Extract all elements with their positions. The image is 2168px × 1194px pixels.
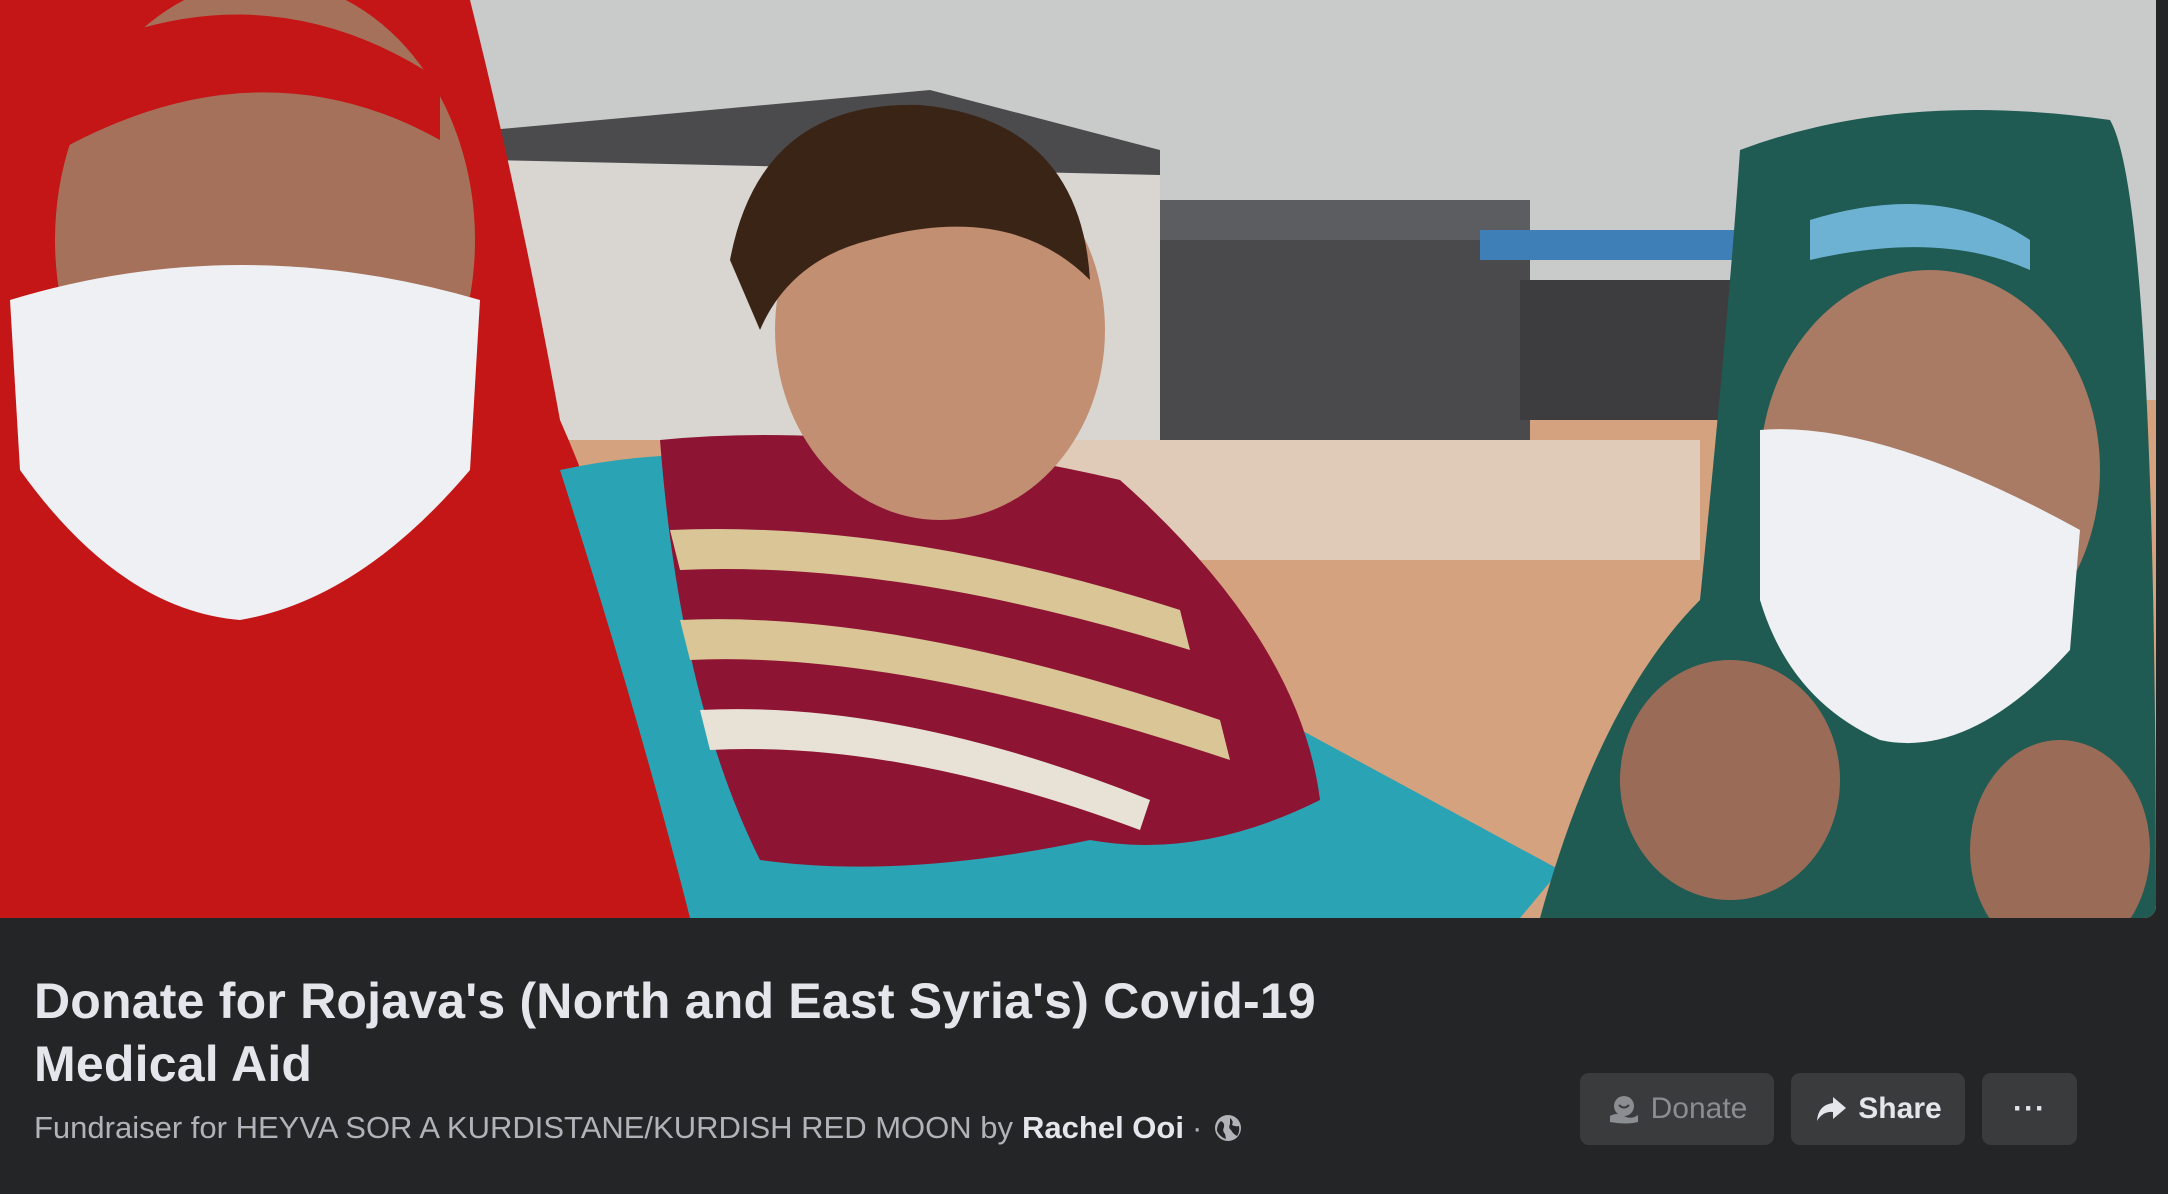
share-label: Share (1858, 1092, 1942, 1125)
beneficiary-text: Fundraiser for HEYVA SOR A KURDISTANE/KU… (34, 1110, 1014, 1145)
more-options-button[interactable]: ··· (1982, 1073, 2077, 1145)
fundraiser-title: Donate for Rojava's (North and East Syri… (34, 973, 1316, 1092)
share-button[interactable]: Share (1791, 1073, 1965, 1145)
cover-photo-illustration (0, 0, 2156, 918)
fundraiser-subtitle: Fundraiser for HEYVA SOR A KURDISTANE/KU… (34, 1108, 1494, 1148)
action-bar: Donate Share ··· (1580, 1073, 2077, 1145)
donate-button[interactable]: Donate (1580, 1073, 1774, 1145)
globe-icon[interactable] (1212, 1112, 1244, 1144)
fundraiser-info: Donate for Rojava's (North and East Syri… (34, 970, 1494, 1148)
organizer-link[interactable]: Rachel Ooi (1022, 1108, 1184, 1148)
share-arrow-icon (1814, 1092, 1848, 1126)
cover-photo[interactable] (0, 0, 2156, 918)
separator-dot: · (1191, 1110, 1203, 1145)
more-icon: ··· (2013, 1092, 2046, 1125)
donation-icon (1607, 1092, 1641, 1126)
fundraiser-page: Donate for Rojava's (North and East Syri… (0, 0, 2168, 1194)
cover-edge (2156, 0, 2168, 918)
donate-label: Donate (1650, 1092, 1748, 1125)
